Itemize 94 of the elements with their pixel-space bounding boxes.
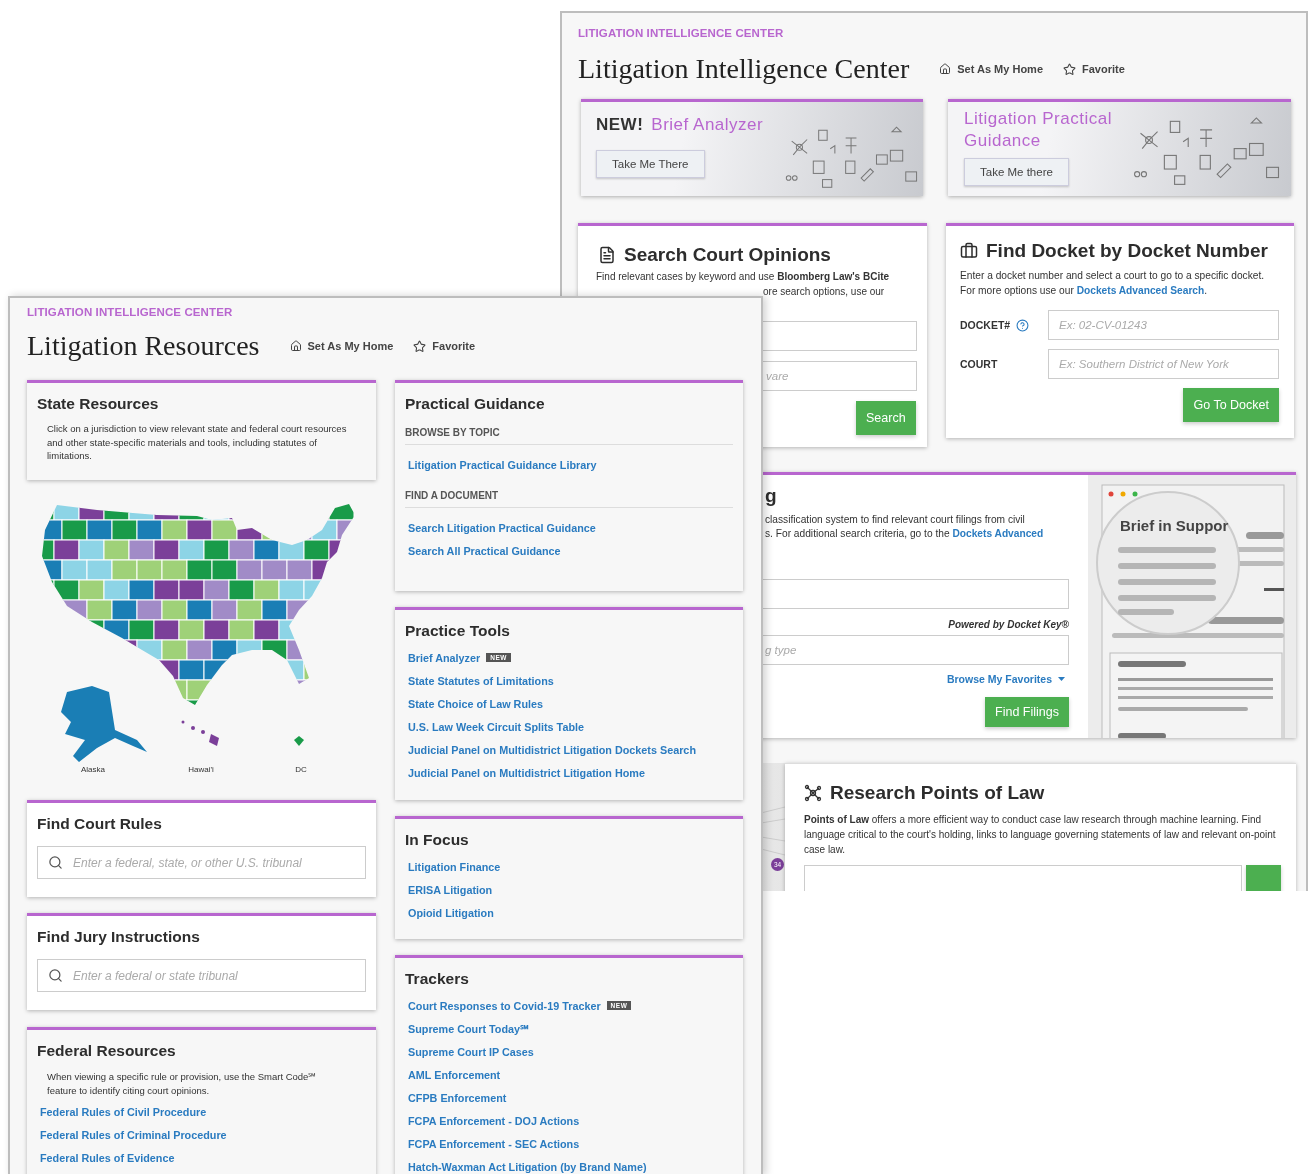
docket-field[interactable]: Ex: Southern District of New York [1048,349,1279,379]
filings-search-field[interactable] [763,579,1069,609]
field-label: DOCKET# [960,318,1011,332]
resource-link[interactable]: Court Responses to Covid-19 Tracker [408,999,601,1012]
home-icon [939,63,952,75]
page-title: Litigation Intelligence Center [578,53,910,85]
resource-link[interactable]: FCPA Enforcement - DOJ Actions [408,1114,580,1127]
powered-by-text: Powered by Docket Key® [948,618,1069,632]
new-label: NEW! [596,114,644,136]
resource-link[interactable]: FCPA Enforcement - SEC Actions [408,1137,580,1150]
resource-link[interactable]: State Statutes of Limitations [408,674,554,687]
group-heading: BROWSE BY TOPIC [405,427,733,445]
card-title: Find Court Rules [37,815,163,833]
resource-link[interactable]: Judicial Panel on Multidistrict Litigation Dockets Search [408,743,696,756]
page-action-link[interactable]: Favorite [413,339,476,353]
card-description: ore search options, use our [763,285,885,299]
resource-link[interactable]: Hatch-Waxman Act Litigation (by Brand Name) [408,1160,647,1173]
tribunal-search-field[interactable]: Enter a federal, state, or other U.S. tribunal [37,846,366,879]
docket-field[interactable]: Ex: 02-CV-01243 [1048,310,1279,340]
map-label: Alaska [81,765,105,774]
resource-link[interactable]: Supreme Court IP Cases [408,1045,534,1058]
resource-link[interactable]: State Choice of Law Rules [408,697,543,710]
help-icon[interactable] [1016,318,1030,332]
resource-link[interactable]: Federal Rules of Evidence [40,1151,175,1164]
card-title: Find Docket by Docket Number [960,240,1279,262]
section-eyebrow: LITIGATION INTELLIGENCE CENTER [578,27,785,39]
card-title: Research Points of Law [804,782,1282,804]
resource-link[interactable]: Judicial Panel on Multidistrict Litigation Home [408,766,645,779]
card-description: Enter a docket number and select a court to go to a specific docket. For more options use our Dockets Advanced Search. [960,269,1266,298]
illustration-heading: Brief in Suppor [1120,517,1229,534]
section-eyebrow: LITIGATION INTELLIGENCE CENTER [27,306,234,318]
tribunal-search-field[interactable]: Enter a federal or state tribunal [37,959,366,992]
hawaii-drawing[interactable] [181,720,219,746]
resource-link[interactable]: ERISA Litigation [408,883,493,896]
card-title: Practical Guidance [405,395,546,413]
card-description: s. For additional search criteria, go to the Dockets Advanced [765,527,1044,541]
resource-link[interactable]: Search Litigation Practical Guidance [408,521,596,534]
page-action-link[interactable]: Set As My Home [939,62,1043,76]
take-me-there-button[interactable]: Take Me There [596,150,705,178]
promo-title: Brief Analyzer [651,114,764,136]
document-icon [598,246,616,264]
home-icon [289,340,302,352]
card-title: In Focus [405,831,470,849]
group-heading: FIND A DOCUMENT [405,490,733,508]
map-label: DC [295,765,307,774]
field-label: COURT [960,357,998,371]
browse-favorites-link[interactable]: Browse My Favorites [946,673,1065,685]
search-button[interactable]: Search [856,401,916,435]
card-description: Find relevant cases by keyword and use Bloomberg Law's BCite [596,270,891,284]
card-title: Trackers [405,970,470,988]
card-title: State Resources [37,395,160,413]
page-action-link[interactable]: Favorite [1063,62,1125,76]
page-action-link[interactable]: Set As My Home [289,339,394,353]
resource-link[interactable]: Litigation Finance [408,860,501,873]
search-icon [48,855,63,870]
go-to-docket-button[interactable]: Go To Docket [1183,388,1279,422]
alaska-drawing[interactable] [61,686,147,762]
network-icon [804,784,822,802]
dc-marker[interactable] [294,736,304,746]
advanced-link[interactable]: Dockets Advanced [952,528,1044,539]
find-filings-button[interactable]: Find Filings [985,697,1069,727]
briefcase-icon [960,242,978,260]
card-title: Practice Tools [405,622,511,640]
map-label: Hawai'i [188,765,214,774]
promo-title: Litigation Practical Guidance [964,108,1113,152]
page-title: Litigation Resources [27,330,260,362]
search-field[interactable]: vare [763,361,917,391]
resource-link[interactable]: AML Enforcement [408,1068,501,1081]
card-title: g [765,485,777,507]
star-icon [413,339,427,353]
search-field[interactable] [763,321,917,351]
resource-link[interactable]: Supreme Court Today℠ [408,1021,529,1036]
star-icon [1063,62,1076,76]
resource-link[interactable]: Federal Rules of Criminal Procedure [40,1128,227,1141]
card-description: Points of Law offers a more efficient way to conduct case law research through machine learning. Find language critical to the court's holding, links to language governing statements of law and relevant on-point case law. [804,813,1277,857]
resource-link[interactable]: CFPB Enforcement [408,1091,507,1104]
take-me-there-button[interactable]: Take Me there [964,158,1069,186]
resource-link[interactable]: Litigation Practical Guidance Library [408,458,597,471]
points-search-field[interactable] [804,865,1242,891]
card-description: When viewing a specific rule or provision, use the Smart Code℠ feature to identify citing court opinions. [46,1070,318,1097]
resource-link[interactable]: Federal Rules of Civil Procedure [40,1105,207,1118]
filing-type-field[interactable]: g type [763,635,1069,665]
card-title: Search Court Opinions [598,244,917,266]
search-icon [48,968,63,983]
card-description: classification system to find relevant court filings from civil [765,513,1025,527]
card-title: Federal Resources [37,1042,177,1060]
resource-link[interactable]: U.S. Law Week Circuit Splits Table [408,720,584,733]
us-map-drawing[interactable] [42,504,355,705]
resource-link[interactable]: Opioid Litigation [408,906,494,919]
resource-link[interactable]: Search All Practical Guidance [408,544,561,557]
resource-link[interactable]: Brief Analyzer [408,651,481,664]
card-description: Click on a jurisdiction to view relevant state and federal court resources and other state-specific materials and tools, including statutes of limitations. [46,422,347,463]
caret-icon [1058,677,1065,681]
card-title: Find Jury Instructions [37,928,201,946]
